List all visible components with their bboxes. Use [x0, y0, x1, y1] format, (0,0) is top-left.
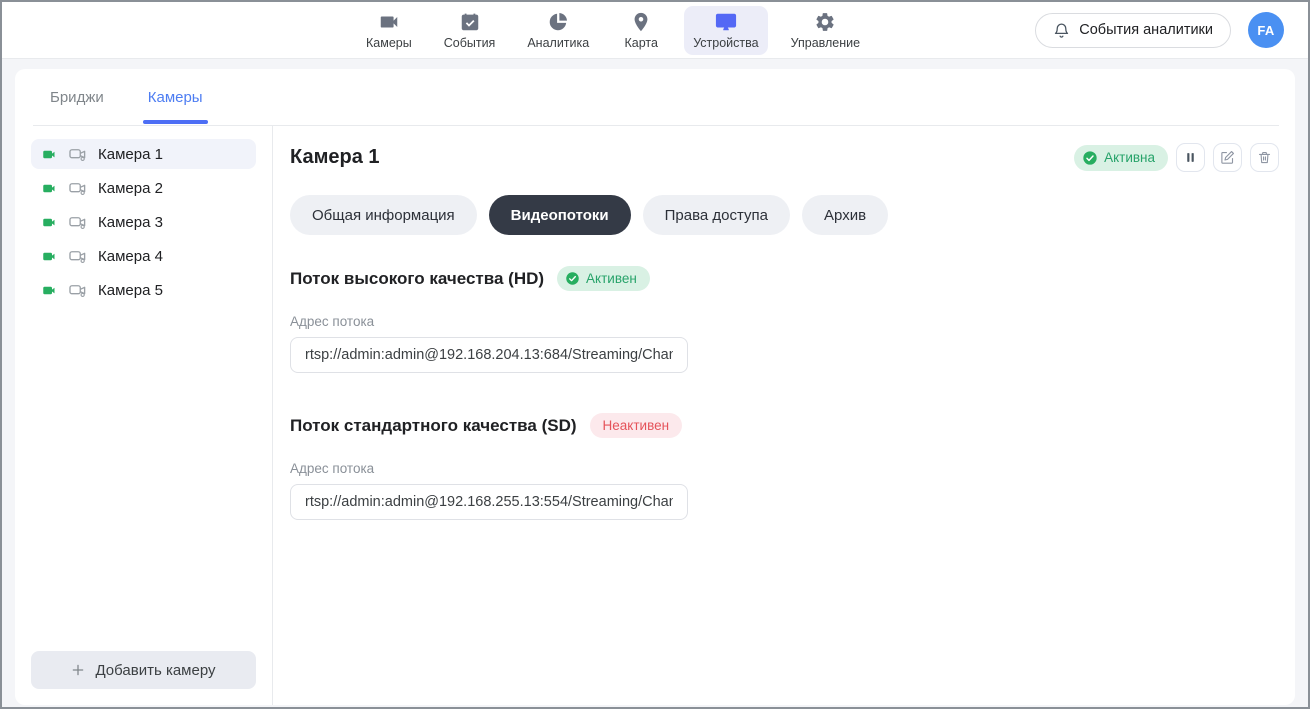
analytics-pie-icon [547, 11, 569, 33]
sd-stream-address-input[interactable] [290, 484, 688, 520]
nav-item-cameras[interactable]: Камеры [357, 6, 421, 55]
list-item-camera-5[interactable]: Камера 5 [31, 275, 256, 305]
nav-label: Камеры [366, 36, 412, 50]
device-type-tabs: Бриджи Камеры [33, 69, 1279, 126]
stream-title: Поток стандартного качества (SD) [290, 416, 577, 436]
stream-status-label: Активен [586, 271, 637, 286]
list-item-camera-3[interactable]: Камера 3 [31, 207, 256, 237]
analytics-events-button[interactable]: События аналитики [1035, 13, 1231, 48]
nav-item-events[interactable]: События [435, 6, 505, 55]
status-badge-label: Активна [1104, 150, 1155, 165]
tab-general-info[interactable]: Общая информация [290, 195, 477, 235]
camera-device-icon [68, 247, 87, 266]
nav-label: Карта [624, 36, 657, 50]
sd-stream-section: Поток стандартного качества (SD) Неактив… [290, 413, 1279, 520]
videocam-icon [378, 11, 400, 33]
pause-icon [1184, 151, 1197, 164]
camera-online-icon [42, 215, 57, 230]
avatar[interactable]: FA [1248, 12, 1284, 48]
camera-device-icon [68, 145, 87, 164]
nav-label: Устройства [693, 36, 758, 50]
camera-name: Камера 1 [98, 146, 163, 163]
tab-archive[interactable]: Архив [802, 195, 888, 235]
edit-pencil-icon [1220, 150, 1235, 165]
list-item-camera-4[interactable]: Камера 4 [31, 241, 256, 271]
camera-online-icon [42, 181, 57, 196]
analytics-events-label: События аналитики [1079, 22, 1213, 38]
hd-stream-section: Поток высокого качества (HD) Активен Адр… [290, 266, 1279, 373]
main-navigation: Камеры События Аналитика Карта Устройств [357, 2, 869, 58]
camera-device-icon [68, 213, 87, 232]
camera-list: Камера 1 Камера 2 [31, 139, 256, 651]
top-header: Камеры События Аналитика Карта Устройств [2, 2, 1308, 59]
events-calendar-icon [459, 11, 481, 33]
add-camera-button[interactable]: Добавить камеру [31, 651, 256, 689]
pause-button[interactable] [1176, 143, 1205, 172]
hd-stream-address-input[interactable] [290, 337, 688, 373]
edit-button[interactable] [1213, 143, 1242, 172]
add-camera-label: Добавить камеру [95, 662, 215, 679]
stream-title: Поток высокого качества (HD) [290, 269, 544, 289]
tab-bridges[interactable]: Бриджи [47, 69, 107, 125]
trash-icon [1257, 150, 1272, 165]
tab-video-streams[interactable]: Видеопотоки [489, 195, 631, 235]
nav-item-devices[interactable]: Устройства [684, 6, 767, 55]
bell-icon [1053, 22, 1070, 39]
plus-icon [71, 663, 85, 677]
gear-icon [814, 11, 836, 33]
camera-detail-tabs: Общая информация Видеопотоки Права досту… [290, 195, 1279, 235]
camera-name: Камера 5 [98, 282, 163, 299]
camera-online-icon [42, 249, 57, 264]
camera-list-sidebar: Камера 1 Камера 2 [15, 126, 273, 705]
tab-access-rights[interactable]: Права доступа [643, 195, 790, 235]
stream-address-label: Адрес потока [290, 314, 1279, 329]
nav-item-analytics[interactable]: Аналитика [518, 6, 598, 55]
stream-status-badge: Неактивен [590, 413, 683, 438]
devices-monitor-icon [715, 11, 737, 33]
list-item-camera-1[interactable]: Камера 1 [31, 139, 256, 169]
nav-label: Аналитика [527, 36, 589, 50]
camera-detail-panel: Камера 1 Активна [273, 126, 1295, 705]
camera-online-icon [42, 147, 57, 162]
camera-name: Камера 4 [98, 248, 163, 265]
tab-cameras[interactable]: Камеры [145, 69, 206, 125]
camera-device-icon [68, 281, 87, 300]
map-pin-icon [630, 11, 652, 33]
check-circle-icon [565, 271, 580, 286]
page-title: Камера 1 [290, 146, 380, 169]
nav-label: Управление [791, 36, 861, 50]
stream-status-badge: Активен [557, 266, 650, 291]
nav-item-management[interactable]: Управление [782, 6, 870, 55]
check-circle-icon [1082, 150, 1098, 166]
camera-name: Камера 2 [98, 180, 163, 197]
stream-status-label: Неактивен [603, 418, 670, 433]
stream-address-label: Адрес потока [290, 461, 1279, 476]
list-item-camera-2[interactable]: Камера 2 [31, 173, 256, 203]
page-background: Бриджи Камеры Камера 1 [2, 59, 1308, 707]
nav-item-map[interactable]: Карта [612, 6, 670, 55]
devices-card: Бриджи Камеры Камера 1 [15, 69, 1295, 705]
nav-label: События [444, 36, 496, 50]
delete-button[interactable] [1250, 143, 1279, 172]
status-badge: Активна [1074, 145, 1168, 171]
camera-online-icon [42, 283, 57, 298]
camera-name: Камера 3 [98, 214, 163, 231]
camera-device-icon [68, 179, 87, 198]
